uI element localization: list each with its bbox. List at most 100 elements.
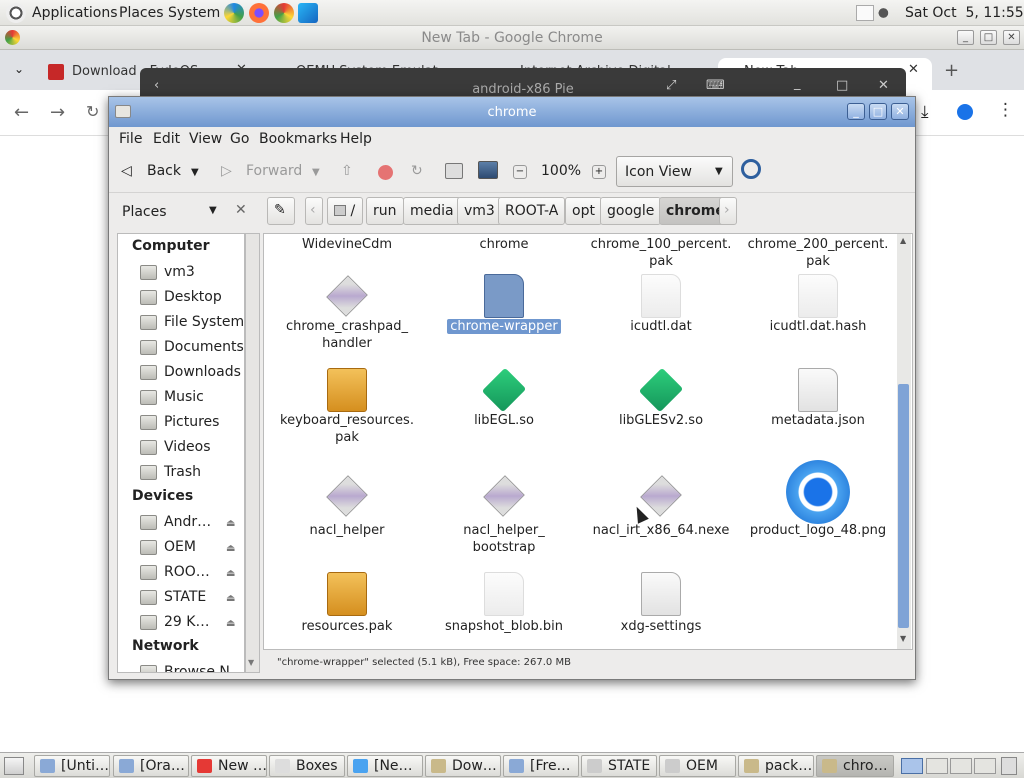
taskbar-item[interactable]: Dow…: [425, 755, 501, 777]
breadcrumb-opt[interactable]: opt: [565, 197, 602, 225]
sidebar-network-browse-n-[interactable]: Browse N…: [140, 663, 244, 672]
chrome-close-button[interactable]: ✕: [1003, 30, 1020, 45]
sidebar-device-andr-[interactable]: Andr… ⏏: [140, 513, 244, 535]
sidebar-item-videos[interactable]: Videos: [140, 438, 244, 460]
file-item[interactable]: product_logo_48.png: [743, 234, 893, 649]
vscode-icon[interactable]: [298, 3, 318, 23]
android-maximize-icon[interactable]: □: [836, 78, 848, 93]
eject-icon[interactable]: ⏏: [226, 593, 235, 604]
taskbar-item[interactable]: New …: [191, 755, 267, 777]
tab-search-icon[interactable]: ⌄: [14, 62, 24, 76]
chrome-menu-icon[interactable]: ⋮: [997, 100, 1014, 120]
android-fullscreen-icon[interactable]: ⤢: [666, 78, 676, 93]
volume-icon[interactable]: [878, 4, 896, 22]
places-label[interactable]: Places: [122, 204, 167, 220]
android-close-icon[interactable]: ✕: [878, 78, 889, 93]
sidebar-item-downloads[interactable]: Downloads: [140, 363, 244, 385]
scroll-down-icon[interactable]: ▼: [900, 634, 906, 643]
breadcrumb-right-arrow-icon[interactable]: ›: [719, 197, 737, 225]
edit-location-button[interactable]: ✎: [267, 197, 295, 225]
menu-help[interactable]: Help: [340, 131, 372, 147]
eject-icon[interactable]: ⏏: [226, 568, 235, 579]
breadcrumb-root[interactable]: /: [327, 197, 363, 225]
download-icon[interactable]: ⤓: [921, 102, 929, 122]
places-menu[interactable]: Places: [119, 5, 164, 21]
android-minimize-icon[interactable]: _: [794, 76, 801, 91]
sidebar-device-oem[interactable]: OEM ⏏: [140, 538, 244, 560]
breadcrumb-run[interactable]: run: [366, 197, 404, 225]
reload-icon[interactable]: ↻: [411, 163, 423, 179]
taskbar-item[interactable]: pack…: [738, 755, 814, 777]
profile-avatar-icon[interactable]: [957, 104, 973, 120]
workspace-switcher-3[interactable]: [950, 758, 972, 774]
trash-applet-icon[interactable]: [1001, 757, 1017, 775]
fm-maximize-button[interactable]: □: [869, 103, 887, 120]
file-item[interactable]: snapshot_blob.bin: [429, 234, 579, 649]
chrome-maximize-button[interactable]: □: [980, 30, 997, 45]
icon-view-scrollbar[interactable]: ▲ ▼: [897, 234, 911, 649]
close-sidebar-icon[interactable]: ✕: [235, 202, 247, 218]
sidebar-device-29-k-[interactable]: 29 K… ⏏: [140, 613, 244, 635]
computer-icon[interactable]: [478, 161, 498, 179]
workspace-switcher-active[interactable]: [901, 758, 923, 774]
fm-close-button[interactable]: ✕: [891, 103, 909, 120]
applications-menu[interactable]: Applications: [32, 5, 118, 21]
reload-icon[interactable]: ↻: [86, 102, 99, 121]
desktop-placeholder-icon[interactable]: [856, 5, 874, 21]
taskbar-item[interactable]: OEM: [659, 755, 736, 777]
sidebar-item-pictures[interactable]: Pictures: [140, 413, 244, 435]
file-item[interactable]: xdg-settings: [586, 234, 736, 649]
workspace-switcher-2[interactable]: [926, 758, 948, 774]
fm-minimize-button[interactable]: _: [847, 103, 865, 120]
breadcrumb-google[interactable]: google: [600, 197, 662, 225]
view-mode-select[interactable]: Icon View ▼: [616, 156, 733, 187]
back-button[interactable]: Back: [147, 163, 181, 179]
eject-icon[interactable]: ⏏: [226, 618, 235, 629]
taskbar-item[interactable]: [Fre…: [503, 755, 579, 777]
sidebar-device-roo-[interactable]: ROO… ⏏: [140, 563, 244, 585]
new-tab-plus-icon[interactable]: +: [944, 60, 959, 81]
search-icon[interactable]: [741, 159, 761, 179]
back-history-chevron-icon[interactable]: ▼: [191, 167, 199, 178]
menu-go[interactable]: Go: [230, 131, 249, 147]
workspace-switcher-4[interactable]: [974, 758, 996, 774]
show-desktop-icon[interactable]: [4, 757, 24, 775]
system-menu[interactable]: System: [168, 5, 220, 21]
back-arrow-icon[interactable]: ←: [14, 102, 29, 123]
tab-close-icon[interactable]: ✕: [908, 62, 919, 77]
menu-edit[interactable]: Edit: [153, 131, 180, 147]
icon-view[interactable]: WidevineCdm chrome chrome_100_percent. pak…: [263, 233, 913, 650]
eject-icon[interactable]: ⏏: [226, 518, 235, 529]
taskbar-item[interactable]: [Ora…: [113, 755, 189, 777]
breadcrumb-left-arrow-icon[interactable]: ‹: [305, 197, 323, 225]
sidebar-device-state[interactable]: STATE ⏏: [140, 588, 244, 610]
file-manager-titlebar[interactable]: chrome _ □ ✕: [109, 97, 915, 127]
chrome-dev-icon[interactable]: [224, 3, 244, 23]
zoom-in-icon[interactable]: +: [592, 165, 606, 179]
sidebar-scrollbar[interactable]: ▼: [245, 233, 260, 673]
taskbar-item[interactable]: [Unti…: [34, 755, 110, 777]
forward-arrow-icon[interactable]: →: [50, 102, 65, 123]
forward-button[interactable]: Forward: [246, 163, 302, 179]
taskbar-item[interactable]: STATE: [581, 755, 657, 777]
android-keyboard-icon[interactable]: ⌨: [706, 78, 725, 93]
breadcrumb-root-a[interactable]: ROOT-A: [498, 197, 566, 225]
clock[interactable]: Sat Oct 5, 11:55 PM: [905, 5, 1024, 21]
scroll-up-icon[interactable]: ▲: [900, 236, 906, 245]
sidebar-item-desktop[interactable]: Desktop: [140, 288, 244, 310]
menu-bookmarks[interactable]: Bookmarks: [259, 131, 337, 147]
chrome-minimize-button[interactable]: _: [957, 30, 974, 45]
taskbar-item[interactable]: [Ne…: [347, 755, 423, 777]
stop-icon[interactable]: [378, 165, 393, 180]
chrome-icon[interactable]: [274, 3, 294, 23]
breadcrumb-media[interactable]: media: [403, 197, 461, 225]
firefox-icon[interactable]: [249, 3, 269, 23]
zoom-out-icon[interactable]: −: [513, 165, 527, 179]
menu-file[interactable]: File: [119, 131, 142, 147]
scroll-down-icon[interactable]: ▼: [248, 658, 254, 667]
forward-history-chevron-icon[interactable]: ▼: [312, 167, 320, 178]
sidebar-item-trash[interactable]: Trash: [140, 463, 244, 485]
up-icon[interactable]: ⇧: [341, 163, 353, 179]
sidebar-item-music[interactable]: Music: [140, 388, 244, 410]
eject-icon[interactable]: ⏏: [226, 543, 235, 554]
